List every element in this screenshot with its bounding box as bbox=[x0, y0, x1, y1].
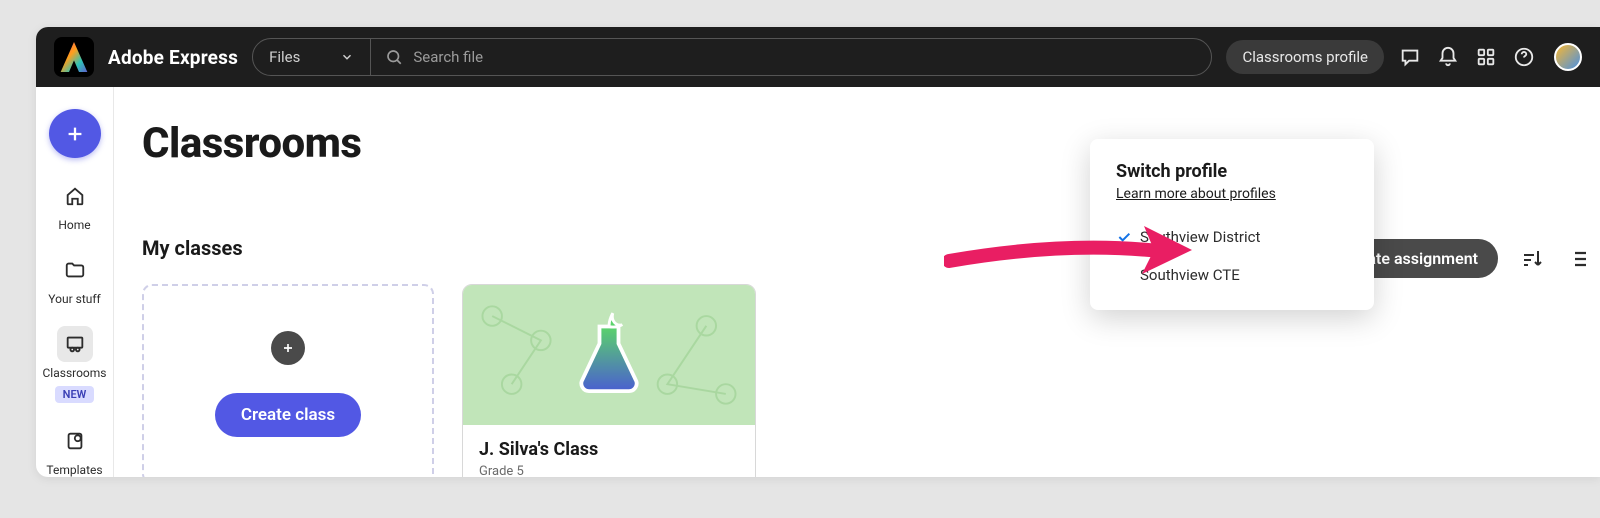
templates-icon bbox=[57, 423, 93, 459]
files-selector-label: Files bbox=[269, 48, 300, 66]
sort-icon[interactable] bbox=[1520, 247, 1544, 271]
help-icon[interactable] bbox=[1512, 45, 1536, 69]
search-bar: Files Search file bbox=[252, 38, 1212, 76]
sidebar-item-classrooms[interactable]: Classrooms NEW bbox=[36, 326, 113, 403]
sidebar-item-templates[interactable]: Templates bbox=[36, 423, 113, 477]
flask-icon bbox=[571, 309, 647, 401]
chat-icon[interactable] bbox=[1398, 45, 1422, 69]
class-name: J. Silva's Class bbox=[479, 439, 739, 460]
brand-name: Adobe Express bbox=[108, 46, 238, 69]
create-class-card[interactable]: Create class bbox=[142, 284, 434, 477]
class-grade: Grade 5 bbox=[479, 464, 739, 477]
search-icon bbox=[385, 48, 403, 66]
profile-option-southview-district[interactable]: Southview District bbox=[1090, 218, 1374, 256]
class-card[interactable]: J. Silva's Class Grade 5 bbox=[462, 284, 756, 477]
files-selector[interactable]: Files bbox=[253, 39, 371, 75]
class-cards: Create class bbox=[142, 284, 1600, 477]
new-badge: NEW bbox=[55, 386, 95, 403]
list-view-icon[interactable] bbox=[1566, 247, 1590, 271]
adobe-express-logo-icon bbox=[54, 37, 94, 77]
main-content: Classrooms Create assignment My classes … bbox=[114, 87, 1600, 477]
profile-option-label: Southview CTE bbox=[1140, 266, 1240, 284]
app-window: Adobe Express Files Search file Classroo… bbox=[36, 27, 1600, 477]
page-title: Classrooms bbox=[142, 119, 1600, 168]
user-avatar[interactable] bbox=[1554, 43, 1582, 71]
adobe-logo[interactable] bbox=[54, 37, 94, 77]
learn-more-link[interactable]: Learn more about profiles bbox=[1090, 182, 1374, 218]
profile-option-southview-cte[interactable]: Southview CTE bbox=[1090, 256, 1374, 294]
topbar: Adobe Express Files Search file Classroo… bbox=[36, 27, 1600, 87]
sidebar-item-home[interactable]: Home bbox=[36, 178, 113, 232]
apps-icon[interactable] bbox=[1474, 45, 1498, 69]
new-button[interactable] bbox=[49, 109, 101, 158]
home-icon bbox=[57, 178, 93, 214]
profile-option-label: Southview District bbox=[1140, 228, 1260, 246]
sidebar-item-label: Templates bbox=[46, 463, 102, 477]
sidebar-item-label: Home bbox=[58, 218, 90, 232]
bell-icon[interactable] bbox=[1436, 45, 1460, 69]
create-class-button[interactable]: Create class bbox=[215, 393, 361, 437]
folder-icon bbox=[57, 252, 93, 288]
sidebar-item-label: Your stuff bbox=[48, 292, 100, 306]
switch-profile-dropdown: Switch profile Learn more about profiles… bbox=[1090, 139, 1374, 310]
classrooms-profile-button[interactable]: Classrooms profile bbox=[1226, 40, 1384, 74]
class-card-info: J. Silva's Class Grade 5 bbox=[463, 425, 755, 477]
dropdown-title: Switch profile bbox=[1090, 161, 1374, 182]
sidebar-item-your-stuff[interactable]: Your stuff bbox=[36, 252, 113, 306]
body: Home Your stuff Classrooms NEW Templates… bbox=[36, 87, 1600, 477]
chevron-down-icon bbox=[340, 50, 354, 64]
search-input[interactable]: Search file bbox=[371, 39, 1211, 75]
search-placeholder: Search file bbox=[413, 48, 483, 66]
class-card-hero bbox=[463, 285, 755, 425]
check-icon bbox=[1116, 229, 1132, 245]
sidebar-item-label: Classrooms bbox=[43, 366, 107, 380]
plus-circle-icon bbox=[271, 331, 305, 365]
plus-icon bbox=[64, 123, 86, 145]
classroom-icon bbox=[57, 326, 93, 362]
sidebar: Home Your stuff Classrooms NEW Templates bbox=[36, 87, 114, 477]
